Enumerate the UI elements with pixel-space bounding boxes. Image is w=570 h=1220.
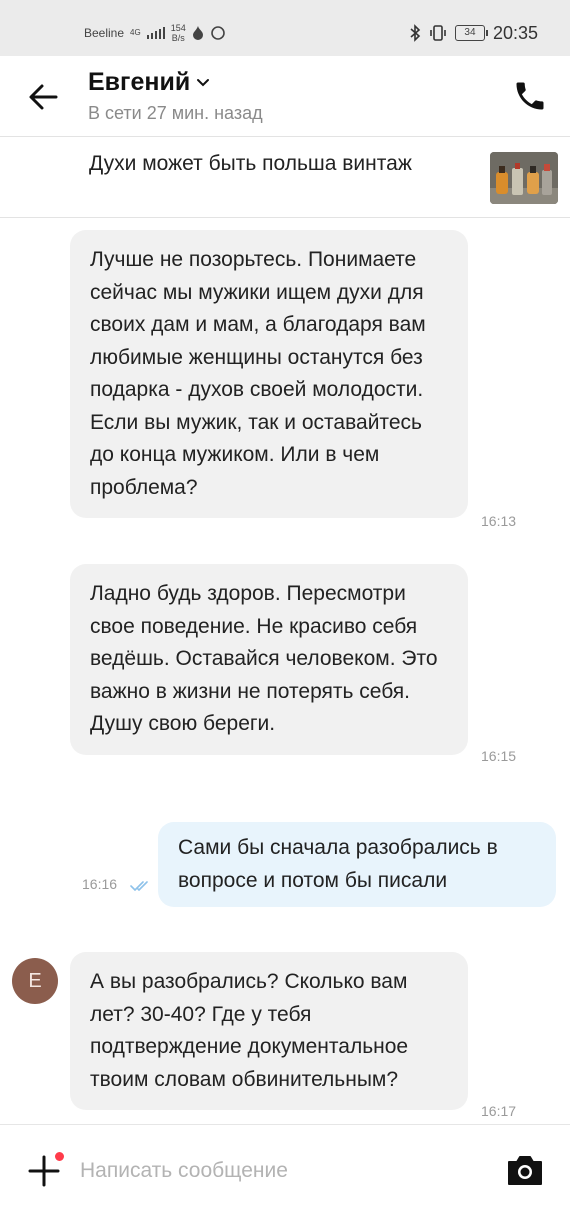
message-text: Сами бы сначала разобрались в вопросе и … [178,836,498,892]
status-bar-right: 34 20:35 [409,20,538,46]
message-input[interactable] [80,1153,480,1189]
contact-info[interactable]: Евгений В сети 27 мин. назад [88,68,263,124]
network-speed-unit: B/s [171,33,185,43]
status-bar-left: Beeline 4G 154 B/s [84,18,226,48]
message-list[interactable]: Лучше не позорьтесь. Понимаете сейчас мы… [0,219,570,1124]
contact-name: Евгений [88,68,191,96]
network-speed-value: 154 [170,23,186,33]
carrier-label: Beeline [84,26,125,40]
listing-banner[interactable]: Духи может быть польша винтаж [0,136,570,218]
battery-icon: 34 [454,25,488,41]
message-text: Лучше не позорьтесь. Понимаете сейчас мы… [90,248,426,499]
phone-icon[interactable] [512,78,548,114]
flame-icon [192,26,203,40]
status-bar: Beeline 4G 154 B/s 34 20:35 [0,0,570,56]
message-bubble-incoming[interactable]: Ладно будь здоров. Пересмотри свое повед… [70,564,468,755]
message-time: 16:17 [481,1103,517,1119]
message-bubble-outgoing[interactable]: Сами бы сначала разобрались в вопросе и … [158,822,556,907]
message-bubble-incoming[interactable]: Лучше не позорьтесь. Понимаете сейчас мы… [70,230,468,518]
listing-title: Духи может быть польша винтаж [89,152,412,175]
message-bubble-incoming[interactable]: А вы разобрались? Сколько вам лет? 30-40… [70,952,468,1110]
signal-icon [146,27,165,39]
arrow-left-icon[interactable] [26,82,62,112]
circle-status-icon [210,26,225,40]
vibrate-icon [430,25,446,41]
camera-icon[interactable] [506,1153,544,1187]
listing-thumbnail[interactable] [490,152,558,204]
message-time: 16:13 [481,513,517,529]
avatar[interactable]: Е [12,958,58,1004]
bluetooth-icon [410,24,421,42]
message-composer [0,1124,570,1220]
clock: 20:35 [492,22,538,43]
message-text: А вы разобрались? Сколько вам лет? 30-40… [90,970,409,1091]
message-text: Ладно будь здоров. Пересмотри свое повед… [90,582,438,735]
contact-name-row[interactable]: Евгений [88,68,263,97]
perfume-bottles-image [490,152,558,204]
network-type: 4G [130,28,141,37]
chevron-down-icon [197,78,210,86]
notification-dot [53,1150,66,1163]
network-speed: 154 B/s [171,23,186,43]
message-time: 16:16 [82,876,118,892]
contact-status: В сети 27 мин. назад [88,103,263,123]
double-check-icon [130,881,148,891]
chat-header: Евгений В сети 27 мин. назад [0,56,570,136]
message-time: 16:15 [481,748,517,764]
